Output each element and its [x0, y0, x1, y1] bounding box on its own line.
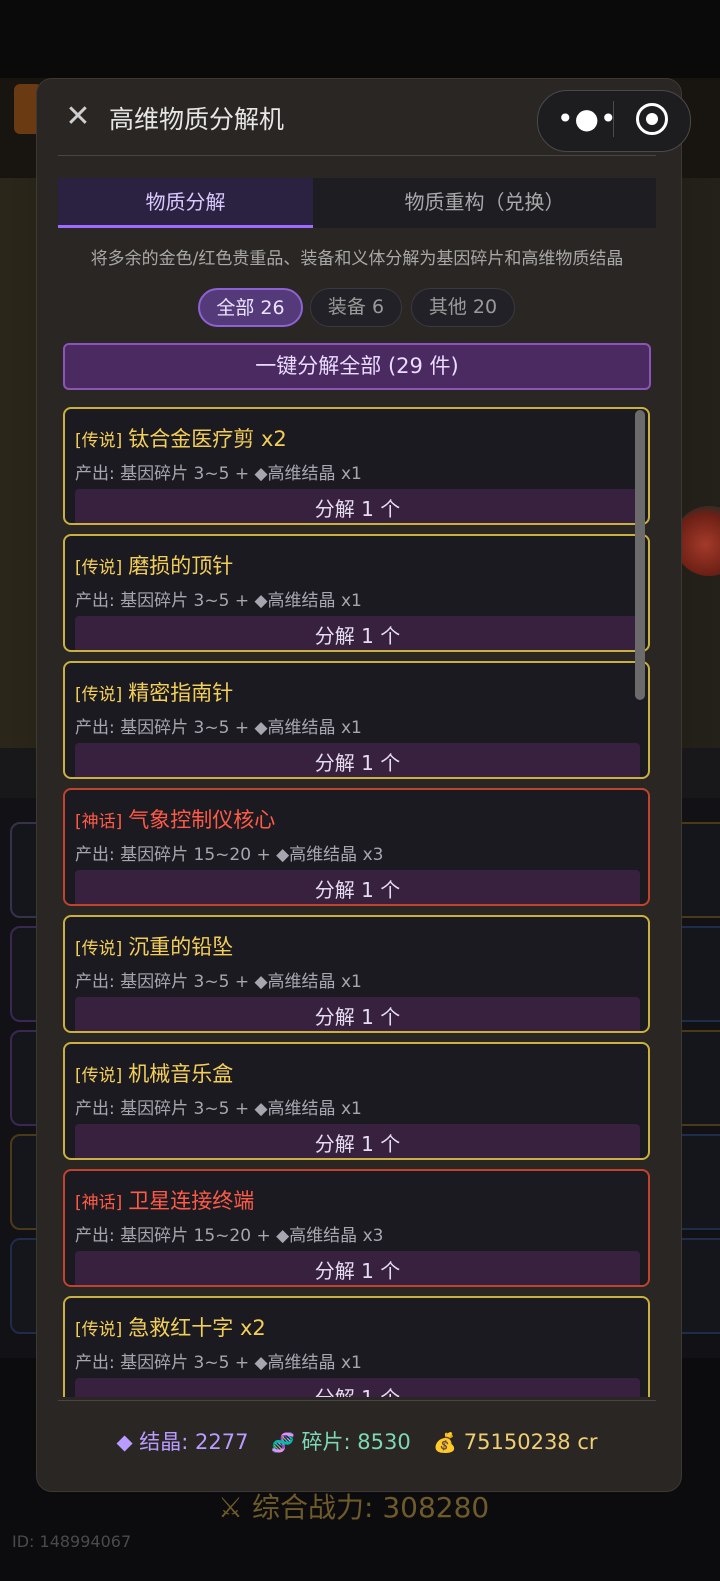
list-item: [神话] 卫星连接终端 产出: 基因碎片 15~20 + ◆高维结晶 x3 分解 …: [63, 1169, 650, 1287]
decompose-one-button[interactable]: 分解 1 个: [75, 743, 640, 777]
capsule-divider: [613, 101, 614, 137]
decompose-one-button[interactable]: 分解 1 个: [75, 1124, 640, 1158]
list-scrollbar[interactable]: [635, 410, 645, 700]
rarity-tag: [传说]: [75, 558, 123, 578]
crystal-count: ◆ 结晶: 2277: [116, 1430, 249, 1454]
filter-all-chip[interactable]: 全部 26: [198, 288, 303, 327]
item-output: 产出: 基因碎片 3~5 + ◆高维结晶 x1: [75, 972, 362, 992]
item-output: 产出: 基因碎片 3~5 + ◆高维结晶 x1: [75, 591, 362, 611]
money-bag-icon: 💰: [433, 1432, 458, 1454]
item-title: 卫星连接终端: [128, 1189, 255, 1213]
rarity-tag: [传说]: [75, 431, 123, 451]
list-item: [传说]急救红十字 x2 产出: 基因碎片 3~5 + ◆高维结晶 x1 分解 …: [63, 1296, 650, 1397]
tab-decompose[interactable]: 物质分解: [58, 178, 313, 228]
item-name: [神话] 卫星连接终端: [75, 1185, 254, 1215]
item-name: [传说] 急救红十字 x2: [75, 1312, 266, 1342]
decompose-one-button[interactable]: 分解 1 个: [75, 1251, 640, 1285]
item-output: 产出: 基因碎片 15~20 + ◆高维结晶 x3: [75, 1226, 384, 1246]
list-item: [传说] 磨损的顶针 产出: 基因碎片 3~5 + ◆高维结晶 x1 分解 1 个: [63, 534, 650, 652]
item-output: 产出: 基因碎片 3~5 + ◆高维结晶 x1: [75, 464, 362, 484]
list-item: [传说] 精密指南针 产出: 基因碎片 3~5 + ◆高维结晶 x1 分解 1 个: [63, 661, 650, 779]
item-name: [神话] 气象控制仪核心: [75, 804, 275, 834]
item-title: 气象控制仪核心: [128, 808, 276, 832]
target-icon[interactable]: [636, 103, 668, 135]
filter-other-chip[interactable]: 其他 20: [411, 288, 515, 327]
item-output: 产出: 基因碎片 15~20 + ◆高维结晶 x3: [75, 845, 384, 865]
decompose-one-button[interactable]: 分解 1 个: [75, 1378, 640, 1397]
item-output: 产出: 基因碎片 3~5 + ◆高维结晶 x1: [75, 1099, 362, 1119]
close-icon[interactable]: ✕: [64, 102, 92, 132]
footer-divider: [58, 1400, 656, 1401]
item-output: 产出: 基因碎片 3~5 + ◆高维结晶 x1: [75, 718, 362, 738]
modal-title: 高维物质分解机: [109, 105, 285, 134]
item-name: [传说] 钛合金医疗剪 x2: [75, 423, 287, 453]
decompose-one-button[interactable]: 分解 1 个: [75, 616, 640, 650]
decompose-all-button[interactable]: 一键分解全部 (29 件): [63, 343, 651, 390]
combat-power-text: 综合战力: 308280: [252, 1491, 490, 1524]
user-id: ID: 148994067: [12, 1532, 132, 1551]
item-name: [传说] 精密指南针: [75, 677, 233, 707]
decompose-one-button[interactable]: 分解 1 个: [75, 870, 640, 904]
decompose-one-button[interactable]: 分解 1 个: [75, 489, 640, 523]
rarity-tag: [传说]: [75, 685, 123, 705]
background-header: [0, 0, 720, 78]
tab-bar: 物质分解 物质重构（兑换）: [58, 178, 656, 228]
item-title: 磨损的顶针: [128, 554, 234, 578]
fragment-count: 🧬 碎片: 8530: [271, 1430, 411, 1454]
item-name: [传说] 磨损的顶针: [75, 550, 233, 580]
item-title: 机械音乐盒: [128, 1062, 234, 1086]
resource-footer: ◆ 结晶: 2277 🧬 碎片: 8530 💰 75150238 cr: [58, 1426, 656, 1456]
rarity-tag: [传说]: [75, 1320, 123, 1340]
rarity-tag: [神话]: [75, 812, 123, 832]
item-title: 急救红十字 x2: [128, 1316, 266, 1340]
list-item: [传说] 沉重的铅坠 产出: 基因碎片 3~5 + ◆高维结晶 x1 分解 1 个: [63, 915, 650, 1033]
money-count: 💰 75150238 cr: [433, 1430, 597, 1454]
list-item: [传说] 钛合金医疗剪 x2 产出: 基因碎片 3~5 + ◆高维结晶 x1 分解…: [63, 407, 650, 525]
fragment-text: 碎片: 8530: [301, 1430, 411, 1454]
item-title: 沉重的铅坠: [128, 935, 234, 959]
list-item: [传说] 机械音乐盒 产出: 基因碎片 3~5 + ◆高维结晶 x1 分解 1 个: [63, 1042, 650, 1160]
item-name: [传说] 沉重的铅坠: [75, 931, 233, 961]
header-divider: [58, 155, 656, 156]
dna-icon: 🧬: [271, 1432, 295, 1454]
rarity-tag: [传说]: [75, 1066, 123, 1086]
combat-power-label: ⚔ 综合战力: 308280: [218, 1491, 490, 1524]
item-name: [传说] 机械音乐盒: [75, 1058, 233, 1088]
money-text: 75150238 cr: [463, 1430, 598, 1454]
item-list[interactable]: [传说] 钛合金医疗剪 x2 产出: 基因碎片 3~5 + ◆高维结晶 x1 分解…: [58, 405, 658, 1397]
more-icon[interactable]: •●•: [557, 105, 617, 133]
description-text: 将多余的金色/红色贵重品、装备和义体分解为基因碎片和高维物质结晶: [90, 249, 624, 269]
list-item: [神话] 气象控制仪核心 产出: 基因碎片 15~20 + ◆高维结晶 x3 分解…: [63, 788, 650, 906]
decompose-one-button[interactable]: 分解 1 个: [75, 997, 640, 1031]
item-title: 钛合金医疗剪 x2: [128, 427, 287, 451]
rarity-tag: [传说]: [75, 939, 123, 959]
item-title: 精密指南针: [128, 681, 234, 705]
item-output: 产出: 基因碎片 3~5 + ◆高维结晶 x1: [75, 1353, 362, 1373]
filter-equipment-chip[interactable]: 装备 6: [310, 288, 402, 327]
tab-reconstruct[interactable]: 物质重构（兑换）: [313, 178, 656, 228]
rarity-tag: [神话]: [75, 1193, 123, 1213]
